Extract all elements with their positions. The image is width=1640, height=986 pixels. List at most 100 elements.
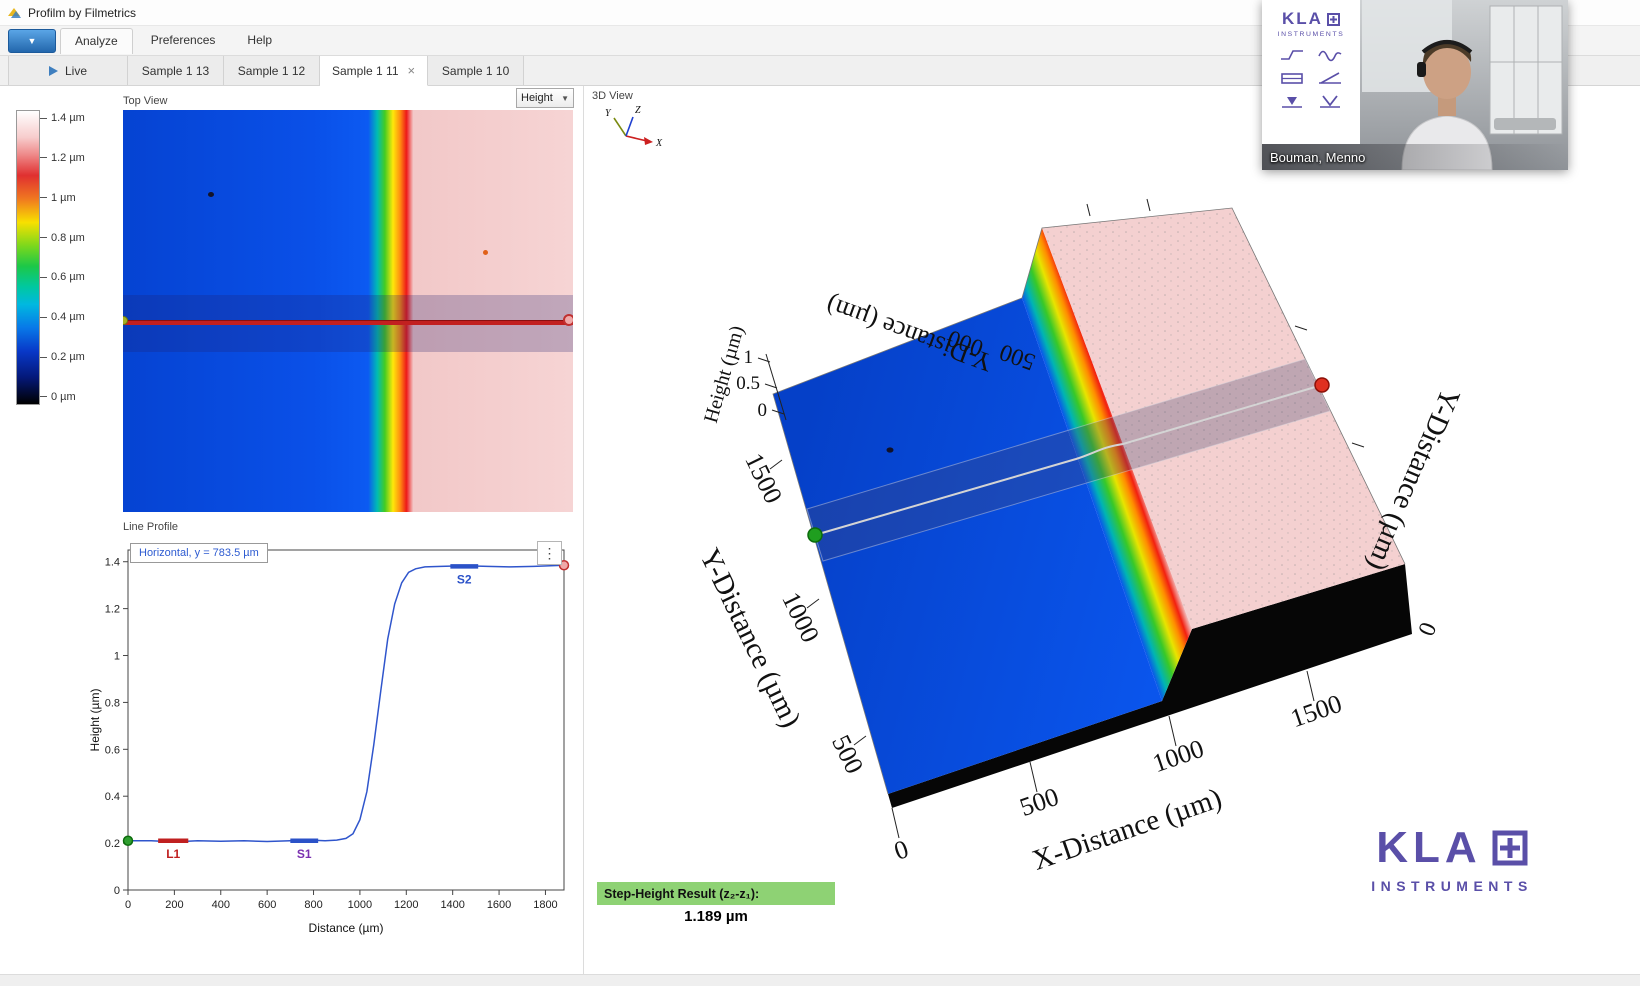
app-icon [6, 5, 22, 21]
chart-menu-button[interactable]: ⋮ [537, 541, 562, 565]
color-scale-label: 0 µm [40, 391, 76, 403]
tab-sample-1-13[interactable]: Sample 1 13 [128, 56, 224, 85]
scale-tick-mark [40, 396, 47, 397]
scale-tick-mark [40, 237, 47, 238]
x-tick: 1500 [1287, 689, 1346, 733]
file-menu-button[interactable]: ▼ [8, 29, 56, 53]
x-tick-label: 400 [212, 899, 230, 911]
x-tick-label: 1000 [348, 899, 372, 911]
cursor-label-S1: S1 [297, 847, 312, 861]
x-tick: 500 [1016, 782, 1062, 822]
color-scale-label: 0.2 µm [40, 351, 85, 363]
z-tick: 0.5 [736, 373, 760, 394]
profile-end-ball[interactable] [1315, 378, 1329, 392]
color-scale-label: 1.2 µm [40, 152, 85, 164]
tab-sample-1-12[interactable]: Sample 1 12 [224, 56, 320, 85]
step-profile-icon[interactable] [1279, 47, 1305, 63]
y-tick: 500 [826, 730, 869, 778]
kla-logo: KLA INSTRUMENTS [1362, 826, 1542, 894]
x-tick-label: 800 [304, 899, 322, 911]
height-mode-value: Height [521, 92, 553, 104]
waviness-icon[interactable] [1317, 47, 1343, 63]
webcam-participant-name: Bouman, Menno [1262, 144, 1568, 170]
chevron-down-icon: ▼ [28, 36, 37, 46]
surface-defect-dot [483, 250, 488, 255]
close-tab-icon[interactable]: × [408, 63, 416, 78]
profile-start-ball[interactable] [808, 528, 822, 542]
webcam-brand-panel: KLA INSTRUMENTS [1262, 0, 1360, 144]
stage-grid-icon[interactable] [1279, 70, 1305, 86]
y-tick-label: 0.6 [105, 744, 120, 756]
x-axis-label: X-Distance (µm) [1028, 782, 1226, 877]
webcam-overlay[interactable]: KLA INSTRUMENTS Bouman, Menno [1262, 0, 1568, 170]
step-height-result-label: Step-Height Result (z₂-z₁): [597, 882, 835, 905]
kla-plus-icon [1327, 13, 1340, 26]
color-scale-label: 1.4 µm [40, 112, 85, 124]
color-scale-label: 0.4 µm [40, 311, 85, 323]
profile-end-handle[interactable] [563, 314, 573, 326]
cursor-label-L1: L1 [166, 847, 180, 861]
z-tick: 0 [758, 400, 768, 421]
profile-line-marker[interactable] [123, 320, 573, 325]
y-axis-label: Y-Distance (µm) [693, 544, 807, 733]
tab-label: Sample 1 10 [442, 64, 509, 78]
x-tick-label: 1400 [440, 899, 464, 911]
tab-label: Sample 1 13 [142, 64, 209, 78]
profile-annotation: Horizontal, y = 783.5 µm [130, 543, 268, 563]
peak-marker-icon[interactable] [1279, 93, 1305, 109]
scale-tick-mark [40, 157, 47, 158]
color-scale-label: 0.8 µm [40, 232, 85, 244]
top-view-title: Top View [123, 95, 167, 107]
color-scale-bar [16, 110, 40, 405]
valley-marker-icon[interactable] [1317, 93, 1343, 109]
tab-label: Live [65, 64, 87, 78]
x-tick-label: 1800 [533, 899, 557, 911]
menu-analyze[interactable]: Analyze [60, 28, 133, 54]
window-title: Profilm by Filmetrics [28, 6, 136, 20]
y-tick-label: 0.2 [105, 838, 120, 850]
x-tick-label: 600 [258, 899, 276, 911]
x-tick-label: 1600 [487, 899, 511, 911]
scale-tick-mark [40, 277, 47, 278]
panel-divider [583, 86, 584, 974]
horizontal-scrollbar[interactable] [0, 974, 1640, 986]
line-profile-chart[interactable]: 02004006008001000120014001600180000.20.4… [88, 536, 576, 938]
color-scale-labels: 1.4 µm1.2 µm1 µm0.8 µm0.6 µm0.4 µm0.2 µm… [40, 110, 110, 405]
play-icon [49, 66, 58, 76]
y-tick-label: 0 [114, 885, 120, 897]
kla-logo-name: KLA [1376, 826, 1481, 870]
tab-live[interactable]: Live [8, 56, 128, 85]
webcam-brand-name: KLA [1282, 9, 1323, 29]
tab-sample-1-11[interactable]: Sample 1 11 × [320, 56, 428, 86]
kla-plus-icon [1492, 830, 1528, 866]
surface-defect-dot [208, 192, 214, 197]
y-tick-label: 1 [114, 651, 120, 663]
step-height-result-value: 1.189 µm [597, 908, 835, 925]
y-tick: 1000 [776, 588, 825, 647]
webcam-brand-sub: INSTRUMENTS [1262, 31, 1360, 38]
profile-endpoint-left[interactable] [124, 836, 133, 845]
color-scale-label: 0.6 µm [40, 271, 85, 283]
triad-x-label: X [655, 138, 663, 149]
y-tick-label: 0.4 [105, 791, 120, 803]
y-tick-label: 1.2 [105, 604, 120, 616]
menu-preferences[interactable]: Preferences [137, 28, 230, 53]
line-profile-title: Line Profile [123, 521, 178, 533]
menu-help[interactable]: Help [233, 28, 286, 53]
x-tick-label: 200 [165, 899, 183, 911]
y-tick-label: 1.4 [105, 557, 120, 569]
tab-sample-1-10[interactable]: Sample 1 10 [428, 56, 524, 85]
height-mode-dropdown[interactable]: Height ▼ [516, 88, 574, 108]
chevron-down-icon: ▼ [561, 94, 569, 103]
top-view-heatmap[interactable] [123, 110, 573, 512]
tab-label: Sample 1 11 [332, 64, 399, 78]
x-tick-label: 1200 [394, 899, 418, 911]
x-tick: 1000 [1149, 734, 1208, 778]
z-tick: 1 [744, 347, 754, 368]
y-tick: 1500 [739, 449, 788, 508]
orientation-triad[interactable]: X Y Z [605, 105, 663, 149]
scale-tick-mark [40, 118, 47, 119]
scale-tick-mark [40, 357, 47, 358]
kla-logo-sub: INSTRUMENTS [1362, 878, 1542, 894]
angle-measure-icon[interactable] [1317, 70, 1343, 86]
